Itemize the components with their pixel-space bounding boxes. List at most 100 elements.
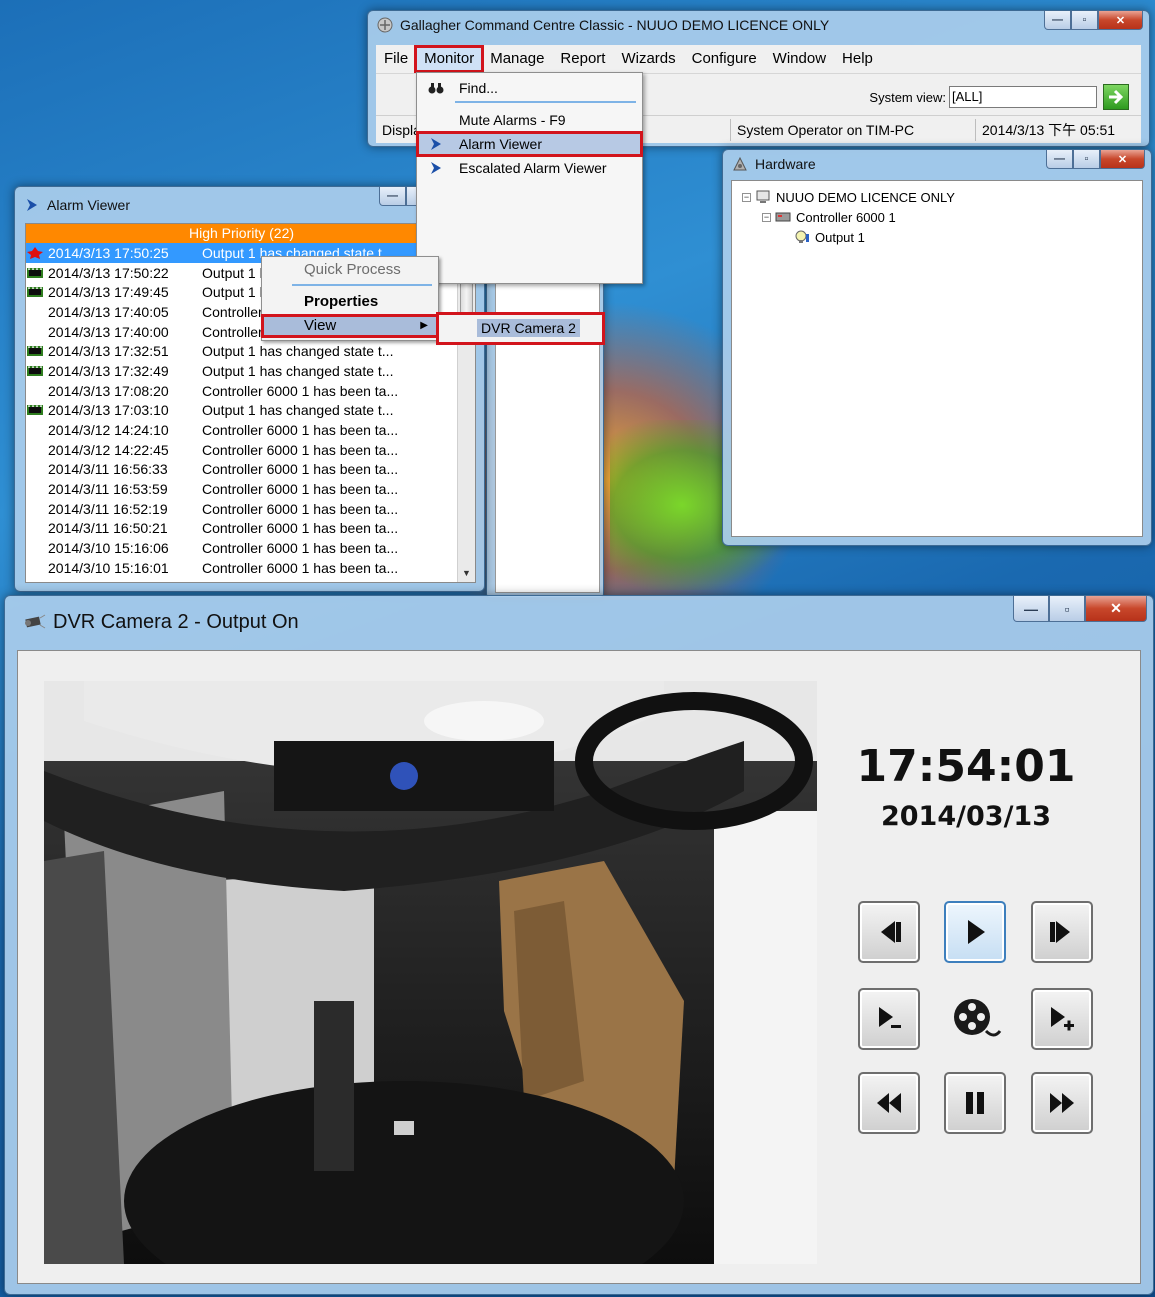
main-window-title: Gallagher Command Centre Classic - NUUO … — [400, 17, 830, 33]
ctx-properties[interactable]: Properties — [262, 291, 438, 313]
ctx-separator — [292, 284, 432, 286]
menu-alarm-viewer[interactable]: Alarm Viewer — [416, 131, 643, 157]
speed-up-button[interactable] — [1031, 988, 1093, 1050]
ctx-view[interactable]: View ▶ — [261, 314, 439, 338]
escalated-alarm-icon — [427, 159, 445, 177]
menu-report[interactable]: Report — [552, 47, 613, 71]
alarm-row[interactable]: 2014/3/11 16:50:21 Controller 6000 1 has … — [26, 519, 457, 539]
menu-manage[interactable]: Manage — [482, 47, 552, 71]
video-feed[interactable] — [44, 681, 817, 1264]
tree-root[interactable]: − NUUO DEMO LICENCE ONLY — [742, 187, 1132, 207]
dvr-titlebar[interactable]: DVR Camera 2 - Output On — [5, 596, 1153, 648]
minimize-button[interactable]: — — [379, 187, 406, 206]
go-arrow-button[interactable] — [1103, 84, 1129, 110]
step-back-button[interactable] — [858, 901, 920, 963]
minimize-button[interactable]: — — [1013, 596, 1049, 622]
slow-down-button[interactable] — [858, 988, 920, 1050]
film-icon — [26, 403, 46, 417]
menu-monitor[interactable]: Monitor — [414, 45, 485, 73]
status-datetime: 2014/3/13 下午 05:51 — [982, 121, 1116, 138]
film-icon — [26, 344, 46, 358]
menu-wizards[interactable]: Wizards — [613, 47, 683, 71]
main-titlebar[interactable]: Gallagher Command Centre Classic - NUUO … — [368, 11, 1149, 39]
close-button[interactable]: ✕ — [1100, 150, 1145, 169]
clock-time: 17:54:01 — [856, 741, 1076, 792]
alarm-row[interactable]: 2014/3/11 16:56:33 Controller 6000 1 has … — [26, 460, 457, 480]
main-menubar: File Monitor Manage Report Wizards Confi… — [376, 45, 1141, 73]
alarm-row[interactable]: 2014/3/13 17:08:20 Controller 6000 1 has … — [26, 381, 457, 401]
maximize-button[interactable]: ▫ — [1049, 596, 1085, 622]
alarm-row[interactable]: 2014/3/11 16:53:59 Controller 6000 1 has … — [26, 479, 457, 499]
alarm-row[interactable]: 2014/3/12 14:24:10 Controller 6000 1 has … — [26, 420, 457, 440]
collapse-icon[interactable]: − — [762, 212, 771, 222]
alarm-time: 2014/3/13 17:40:05 — [48, 303, 169, 320]
output-bulb-icon — [795, 230, 809, 243]
maximize-button[interactable]: ▫ — [1071, 11, 1098, 30]
rewind-button[interactable] — [858, 1072, 920, 1134]
camera-image — [44, 681, 817, 1264]
scroll-down-icon[interactable]: ▼ — [458, 564, 475, 582]
menu-find-label: Find... — [459, 80, 498, 96]
menu-window[interactable]: Window — [765, 47, 834, 71]
blank-icon — [26, 305, 46, 319]
dvr-camera-window: DVR Camera 2 - Output On — ▫ ✕ 17:54:01 … — [4, 595, 1154, 1295]
ctx-quick-process[interactable]: Quick Process — [262, 259, 438, 281]
alarm-row[interactable]: 2014/3/12 14:22:45 Controller 6000 1 has … — [26, 440, 457, 460]
minimize-button[interactable]: — — [1046, 150, 1073, 169]
play-button[interactable] — [944, 901, 1006, 963]
film-reel-button[interactable] — [948, 991, 1004, 1047]
context-menu: Quick Process Properties View ▶ — [261, 256, 439, 341]
system-view-input[interactable]: [ALL] — [949, 86, 1097, 108]
alarm-time: 2014/3/13 17:50:22 — [48, 264, 169, 281]
hardware-window: Hardware — ▫ ✕ − NUUO DEMO LICENCE ONLY … — [722, 149, 1152, 546]
pause-button[interactable] — [944, 1072, 1006, 1134]
menu-find[interactable]: Find... — [417, 76, 642, 100]
arrow-right-icon — [1109, 89, 1124, 105]
alarm-time: 2014/3/11 16:50:21 — [48, 520, 168, 537]
hardware-tree: − NUUO DEMO LICENCE ONLY − Controller 60… — [731, 180, 1143, 537]
camera-icon — [19, 613, 47, 631]
alarm-row[interactable]: 2014/3/10 15:16:01 Controller 6000 1 has … — [26, 558, 457, 578]
tree-controller-label: Controller 6000 1 — [796, 209, 896, 225]
alarm-row[interactable]: 2014/3/10 15:16:06 Controller 6000 1 has … — [26, 538, 457, 558]
alarm-row[interactable]: 2014/3/13 17:03:10 Output 1 has changed s… — [26, 401, 457, 421]
film-icon — [26, 285, 46, 299]
step-forward-button[interactable] — [1031, 901, 1093, 963]
menu-help[interactable]: Help — [834, 47, 881, 71]
blank-icon — [26, 423, 46, 437]
menu-mute-label: Mute Alarms - F9 — [459, 112, 566, 128]
maximize-button[interactable]: ▫ — [1073, 150, 1100, 169]
minimize-button[interactable]: — — [1044, 11, 1071, 30]
menu-mute-alarms[interactable]: Mute Alarms - F9 — [417, 108, 642, 132]
alarm-time: 2014/3/13 17:50:25 — [48, 244, 169, 261]
gallagher-logo-icon — [376, 16, 394, 34]
alarm-row[interactable]: 2014/3/13 17:32:51 Output 1 has changed s… — [26, 341, 457, 361]
fast-forward-button[interactable] — [1031, 1072, 1093, 1134]
alarm-description: Controller 6000 1 has been ta... — [202, 500, 399, 517]
alarm-viewer-window: Alarm Viewer — ▫ ✕ High Priority (22) 20… — [14, 186, 485, 592]
main-window-controls: — ▫ ✕ — [1044, 11, 1143, 30]
tree-output[interactable]: Output 1 — [742, 227, 1132, 247]
close-button[interactable]: ✕ — [1085, 596, 1147, 622]
alarm-description: Controller 6000 1 has been ta... — [202, 540, 399, 557]
collapse-icon[interactable]: − — [742, 192, 751, 202]
menu-file[interactable]: File — [376, 47, 416, 71]
alarm-description: Output 1 has changed state t... — [202, 402, 394, 419]
speed-up-icon — [1051, 1007, 1074, 1031]
menu-escalated-alarm-viewer[interactable]: Escalated Alarm Viewer — [417, 156, 642, 180]
controller-icon — [775, 212, 791, 222]
blank-icon — [26, 541, 46, 555]
submenu-dvr-camera[interactable]: DVR Camera 2 — [477, 319, 580, 337]
alarm-time: 2014/3/11 16:53:59 — [48, 481, 168, 498]
alarm-time: 2014/3/10 15:16:01 — [48, 559, 169, 576]
alarm-description: Controller 6000 1 has been ta... — [202, 520, 399, 537]
hardware-icon — [731, 155, 749, 173]
alarm-row[interactable]: 2014/3/13 17:32:49 Output 1 has changed s… — [26, 361, 457, 381]
alarm-time: 2014/3/13 17:03:10 — [48, 402, 169, 419]
tree-controller[interactable]: − Controller 6000 1 — [742, 207, 1132, 227]
menu-configure[interactable]: Configure — [684, 47, 765, 71]
close-button[interactable]: ✕ — [1098, 11, 1143, 30]
alarm-row[interactable]: 2014/3/11 16:52:19 Controller 6000 1 has … — [26, 499, 457, 519]
alarm-description: Controller 6000 1 has been ta... — [202, 441, 399, 458]
blank-icon — [26, 561, 46, 575]
